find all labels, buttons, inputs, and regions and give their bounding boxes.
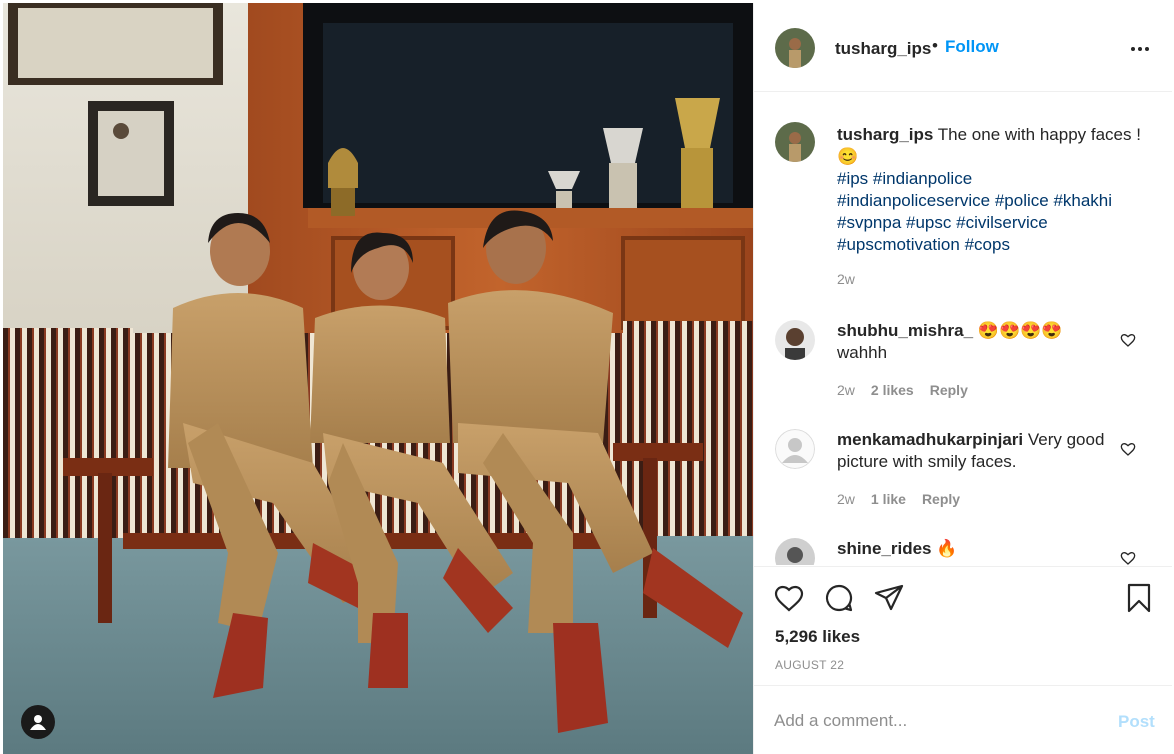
- caption-username[interactable]: tusharg_ips: [837, 125, 933, 144]
- smile-emoji: 😊: [837, 147, 859, 166]
- fire-emoji: 🔥: [936, 539, 958, 558]
- post-date[interactable]: AUGUST 22: [775, 658, 844, 672]
- default-avatar-image: [775, 429, 815, 469]
- heart-icon[interactable]: [1120, 550, 1136, 565]
- more-horizontal-icon: [1131, 47, 1135, 51]
- post-actions: 5,296 likes AUGUST 22: [754, 566, 1172, 685]
- hashtag[interactable]: #khakhi: [1053, 191, 1112, 210]
- post-header: tusharg_ips • Follow: [754, 3, 1172, 92]
- reply-button[interactable]: Reply: [922, 491, 960, 507]
- comment-text: menkamadhukarpinjari Very good picture w…: [837, 429, 1107, 473]
- comment-username[interactable]: shubhu_mishra_: [837, 321, 973, 340]
- hashtag[interactable]: #upsc: [906, 213, 951, 232]
- comment-body: wahhh: [837, 343, 888, 362]
- avatar-image: [775, 122, 815, 162]
- more-options-button[interactable]: [1131, 39, 1155, 59]
- more-dot: [1138, 47, 1142, 51]
- share-icon[interactable]: [873, 582, 905, 614]
- follow-button[interactable]: Follow: [945, 37, 999, 57]
- hashtag[interactable]: #upscmotivation: [837, 235, 960, 254]
- comment-time[interactable]: 2w: [837, 491, 855, 507]
- comment-text: shine_rides 🔥: [837, 538, 1107, 560]
- comment-icon[interactable]: [823, 582, 855, 614]
- commenter-avatar[interactable]: [775, 429, 815, 469]
- comments-list[interactable]: tusharg_ips The one with happy faces ! 😊…: [754, 93, 1172, 565]
- avatar-image: [775, 320, 815, 360]
- add-comment-bar: Post: [754, 685, 1172, 754]
- reply-button[interactable]: Reply: [930, 382, 968, 398]
- heart-icon[interactable]: [1120, 332, 1136, 348]
- comment-username[interactable]: shine_rides: [837, 539, 932, 558]
- post-side-panel: tusharg_ips • Follow tusharg_ips The one…: [753, 3, 1172, 754]
- more-dot: [1145, 47, 1149, 51]
- comment-likes[interactable]: 1 like: [871, 491, 906, 507]
- caption-body: The one with happy faces !: [933, 125, 1141, 144]
- avatar-image: [775, 28, 815, 68]
- heart-icon[interactable]: [773, 582, 805, 614]
- bookmark-icon[interactable]: [1123, 582, 1155, 614]
- post-comment-button[interactable]: Post: [1118, 712, 1155, 732]
- caption-timestamp[interactable]: 2w: [837, 271, 855, 287]
- avatar-image: [775, 538, 815, 565]
- instagram-post-view: tusharg_ips • Follow tusharg_ips The one…: [0, 0, 1174, 754]
- comment-username[interactable]: menkamadhukarpinjari: [837, 430, 1023, 449]
- user-icon: [30, 715, 46, 730]
- hashtag[interactable]: #police: [995, 191, 1049, 210]
- hashtag[interactable]: #cops: [965, 235, 1010, 254]
- post-photo-illustration: [3, 3, 753, 754]
- hashtag[interactable]: #indianpolice: [873, 169, 972, 188]
- like-count[interactable]: 5,296 likes: [775, 627, 860, 647]
- author-avatar[interactable]: [775, 28, 815, 68]
- hashtag[interactable]: #indianpoliceservice: [837, 191, 990, 210]
- commenter-avatar[interactable]: [775, 320, 815, 360]
- comment-time[interactable]: 2w: [837, 382, 855, 398]
- caption-avatar[interactable]: [775, 122, 815, 162]
- separator-dot: •: [932, 36, 938, 55]
- author-username[interactable]: tusharg_ips: [835, 39, 931, 59]
- comment-input[interactable]: [774, 706, 1094, 736]
- caption-text: tusharg_ips The one with happy faces ! 😊…: [837, 124, 1147, 256]
- comment-meta: 2w 2 likes Reply: [837, 382, 968, 398]
- post-photo[interactable]: [3, 3, 753, 754]
- heart-eyes-emoji: 😍😍😍😍: [977, 321, 1063, 340]
- hashtag[interactable]: #svpnpa: [837, 213, 901, 232]
- comment-text: shubhu_mishra_ 😍😍😍😍 wahhh: [837, 320, 1107, 364]
- comment-likes[interactable]: 2 likes: [871, 382, 914, 398]
- tagged-users-button[interactable]: [21, 705, 55, 739]
- hashtag[interactable]: #civilservice: [956, 213, 1048, 232]
- commenter-avatar[interactable]: [775, 538, 815, 565]
- comment-meta: 2w 1 like Reply: [837, 491, 960, 507]
- hashtag[interactable]: #ips: [837, 169, 868, 188]
- heart-icon[interactable]: [1120, 441, 1136, 457]
